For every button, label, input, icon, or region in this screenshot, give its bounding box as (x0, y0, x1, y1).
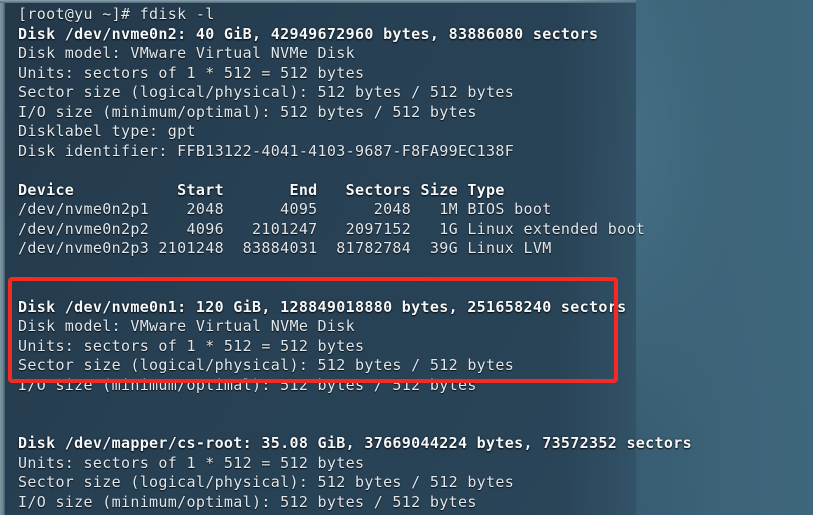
disk-header-nvme0n1: Disk /dev/nvme0n1: 120 GiB, 128849018880… (18, 297, 627, 316)
disk-model-nvme0n2: Disk model: VMware Virtual NVMe Disk (18, 44, 355, 62)
disk-header-cs-root: Disk /dev/mapper/cs-root: 35.08 GiB, 376… (18, 434, 692, 452)
partition-row-p1: /dev/nvme0n2p1 2048 4095 2048 1M BIOS bo… (18, 200, 552, 218)
units-nvme0n2: Units: sectors of 1 * 512 = 512 bytes (18, 63, 365, 82)
disk-header-nvme0n2: Disk /dev/nvme0n2: 40 GiB, 42949672960 b… (18, 24, 599, 43)
prompt-line: [root@yu ~]# fdisk -l (18, 5, 215, 23)
sector-size-cs-root: Sector size (logical/physical): 512 byte… (18, 473, 515, 491)
disk-model-nvme0n1: Disk model: VMware Virtual NVMe Disk (18, 317, 355, 335)
sector-size-nvme0n2: Sector size (logical/physical): 512 byte… (18, 83, 515, 101)
terminal-screenshot: [root@yu ~]# fdisk -l Disk /dev/nvme0n2: … (0, 0, 813, 515)
partition-row-p2: /dev/nvme0n2p2 4096 2101247 2097152 1G L… (18, 219, 646, 238)
units-cs-root: Units: sectors of 1 * 512 = 512 bytes (18, 453, 365, 472)
io-size-nvme0n2: I/O size (minimum/optimal): 512 bytes / … (18, 102, 477, 121)
sector-size-nvme0n1: Sector size (logical/physical): 512 byte… (18, 356, 515, 374)
partition-table-header: Device Start End Sectors Size Type (18, 180, 505, 199)
io-size-cs-root: I/O size (minimum/optimal): 512 bytes / … (18, 492, 477, 511)
disklabel-type-nvme0n2: Disklabel type: gpt (18, 122, 196, 140)
disk-identifier-nvme0n2: Disk identifier: FFB13122-4041-4103-9687… (18, 141, 515, 160)
terminal-output[interactable]: [root@yu ~]# fdisk -l Disk /dev/nvme0n2: … (0, 0, 813, 515)
partition-row-p3: /dev/nvme0n2p3 2101248 83884031 81782784… (18, 239, 552, 257)
units-nvme0n1: Units: sectors of 1 * 512 = 512 bytes (18, 336, 365, 355)
io-size-nvme0n1: I/O size (minimum/optimal): 512 bytes / … (18, 375, 477, 394)
